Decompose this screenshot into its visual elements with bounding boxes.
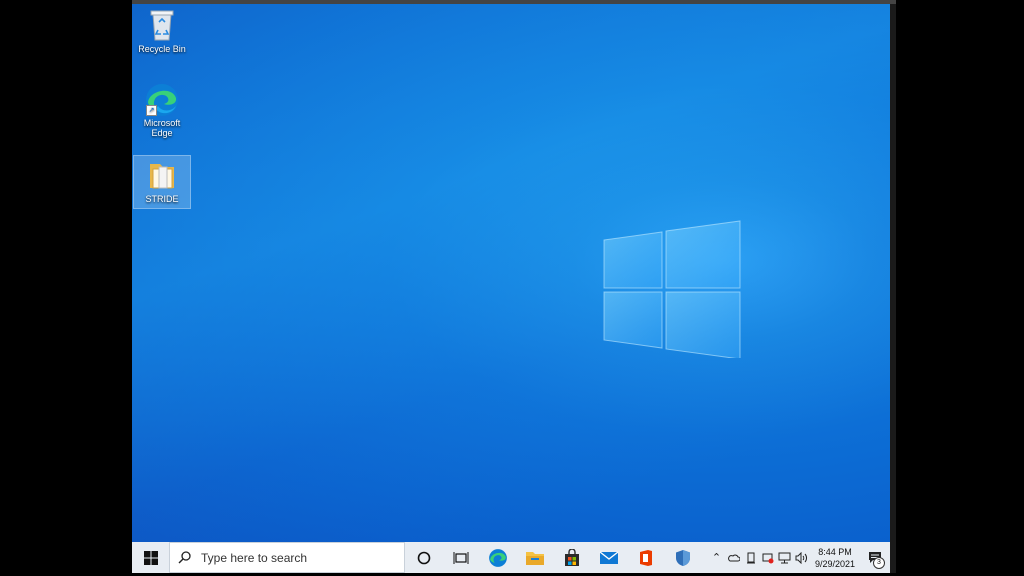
taskbar-security-button[interactable] <box>664 542 701 573</box>
office-icon <box>639 549 652 566</box>
desktop-icon-label: Recycle Bin <box>138 44 186 54</box>
clock-date: 9/29/2021 <box>814 558 856 569</box>
taskbar-store-button[interactable] <box>553 542 590 573</box>
show-hidden-icons-chevron-up-icon[interactable]: ⌃ <box>708 542 725 573</box>
action-center-button[interactable]: 3 <box>860 542 890 573</box>
recording-tray-icon[interactable] <box>759 542 776 573</box>
store-icon <box>564 548 579 566</box>
taskbar: ⌃ 8:44 PM 9/29/2021 <box>132 542 890 573</box>
desktop-icon-stride-folder[interactable]: STRIDE <box>133 155 191 209</box>
taskbar-edge-button[interactable] <box>479 542 516 573</box>
search-icon <box>178 551 191 564</box>
shortcut-arrow-icon: ↗ <box>146 105 157 116</box>
notification-count-badge: 3 <box>873 557 885 569</box>
shield-icon <box>675 549 690 566</box>
desktop-icon-recycle-bin[interactable]: Recycle Bin <box>134 8 190 54</box>
network-icon[interactable] <box>776 542 793 573</box>
taskbar-mail-button[interactable] <box>590 542 627 573</box>
start-button[interactable] <box>132 542 169 573</box>
cortana-button[interactable] <box>405 542 442 573</box>
folder-icon <box>144 158 180 192</box>
file-explorer-icon <box>525 551 544 565</box>
onedrive-cloud-icon[interactable] <box>725 542 742 573</box>
edge-icon <box>488 548 507 567</box>
desktop[interactable]: Recycle Bin ↗ Microsoft Edge STRIDE Type… <box>132 4 890 573</box>
desktop-icon-label: Microsoft Edge <box>143 118 181 138</box>
search-input[interactable] <box>199 549 383 566</box>
desktop-icon-label: STRIDE <box>145 194 179 204</box>
task-view-icon <box>453 551 468 564</box>
taskbar-file-explorer-button[interactable] <box>516 542 553 573</box>
windows-logo-wallpaper <box>603 220 741 358</box>
device-tray-icon[interactable] <box>742 542 759 573</box>
taskbar-search-box[interactable] <box>169 542 405 573</box>
wallpaper-light-beam <box>132 4 890 573</box>
cortana-circle-icon <box>417 551 430 564</box>
clock-time: 8:44 PM <box>818 546 852 557</box>
taskbar-clock[interactable]: 8:44 PM 9/29/2021 <box>810 546 860 570</box>
taskbar-office-button[interactable] <box>627 542 664 573</box>
window-right-border <box>890 4 896 573</box>
system-tray: ⌃ 8:44 PM 9/29/2021 3 <box>708 542 890 573</box>
volume-icon[interactable] <box>793 542 810 573</box>
desktop-icon-microsoft-edge[interactable]: ↗ Microsoft Edge <box>134 82 190 138</box>
mail-icon <box>599 550 618 564</box>
edge-icon: ↗ <box>144 82 180 116</box>
windows-start-icon <box>143 550 158 565</box>
task-view-button[interactable] <box>442 542 479 573</box>
recycle-bin-icon <box>144 8 180 42</box>
